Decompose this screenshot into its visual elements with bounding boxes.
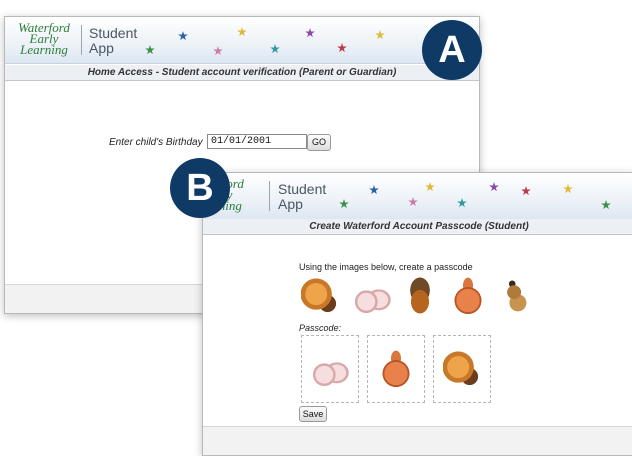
star-icon	[425, 182, 435, 192]
star-icon	[145, 45, 155, 55]
header-divider	[269, 181, 270, 211]
ant-icon[interactable]	[497, 277, 535, 315]
star-icon	[408, 197, 418, 207]
star-icon	[178, 31, 188, 41]
star-icon	[339, 199, 349, 209]
footer-bar	[203, 426, 632, 455]
star-icon	[305, 28, 315, 38]
passcode-label: Passcode:	[299, 323, 342, 333]
go-button[interactable]: GO	[307, 134, 331, 151]
star-icon	[213, 46, 223, 56]
ballet-slippers-icon	[311, 350, 349, 388]
star-icon	[457, 198, 467, 208]
badge-a: A	[422, 20, 482, 80]
star-icon	[237, 27, 247, 37]
squirrel-violin-icon[interactable]	[301, 277, 339, 315]
star-icon	[489, 182, 499, 192]
header-divider	[81, 25, 82, 55]
app-header: Waterford Early Learning Student App	[203, 173, 632, 220]
bag-icon[interactable]	[449, 277, 487, 315]
badge-b: B	[170, 158, 230, 218]
star-icon	[369, 185, 379, 195]
star-icon	[375, 30, 385, 40]
acorn-icon[interactable]	[401, 277, 439, 315]
waterford-logo: Waterford Early Learning	[18, 20, 70, 57]
page-title: Home Access - Student account verificati…	[5, 65, 479, 81]
passcode-instruction: Using the images below, create a passcod…	[299, 262, 473, 272]
ballet-slippers-icon[interactable]	[353, 277, 391, 315]
star-icon	[337, 43, 347, 53]
passcode-slot-2[interactable]	[367, 335, 425, 403]
star-icon	[601, 200, 611, 210]
squirrel-violin-icon	[443, 350, 481, 388]
star-icon	[563, 184, 573, 194]
star-icon	[270, 44, 280, 54]
save-button[interactable]: Save	[299, 406, 327, 422]
app-name: Student App	[89, 25, 138, 56]
birthday-label: Enter child's Birthday	[109, 137, 203, 148]
app-name: Student App	[278, 181, 327, 212]
passcode-slot-1[interactable]	[301, 335, 359, 403]
app-header: Waterford Early Learning Student App	[5, 17, 479, 64]
page-title: Create Waterford Account Passcode (Stude…	[203, 219, 632, 235]
bag-icon	[377, 350, 415, 388]
star-icon	[521, 186, 531, 196]
window-create-passcode: Waterford Early Learning Student App Cre…	[202, 172, 632, 456]
birthday-input[interactable]: 01/01/2001	[207, 134, 307, 149]
passcode-slot-3[interactable]	[433, 335, 491, 403]
